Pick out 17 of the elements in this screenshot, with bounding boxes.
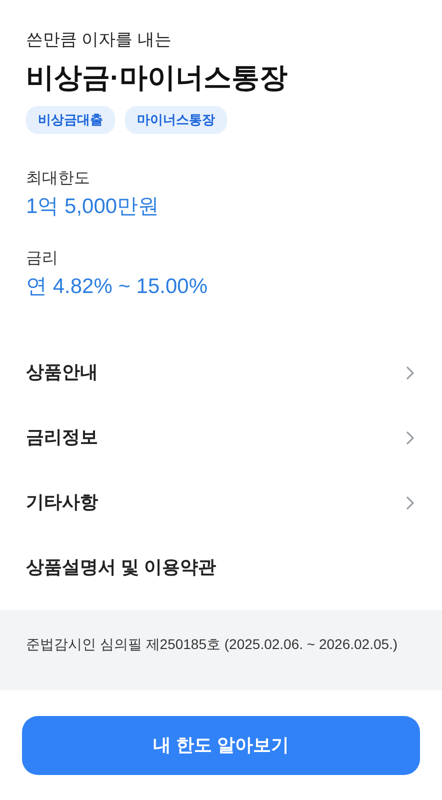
page-title: 비상금·마이너스통장 [26,61,288,95]
menu-item[interactable]: 상품설명서 및 이용약관 [0,535,442,600]
tag: 마이너스통장 [125,106,227,134]
tag: 비상금대출 [26,106,115,134]
check-limit-button[interactable]: 내 한도 알아보기 [22,716,420,775]
menu-item[interactable]: 금리정보 [0,405,442,470]
chevron-right-icon [406,366,414,380]
menu-item[interactable]: 기타사항 [0,470,442,535]
subtitle: 쓴만큼 이자를 내는 [26,29,172,51]
fact-label: 최대한도 [26,169,91,189]
chevron-right-icon [406,496,414,510]
fact-label: 금리 [26,249,59,269]
fact-value: 연 4.82% ~ 15.00% [26,274,209,300]
chevron-right-icon [406,430,414,444]
menu-item[interactable]: 상품안내 [0,340,442,405]
approval-notice: 준법감시인 심의필 제250185호 (2025.02.06. ~ 2026.02.05.) [26,635,399,654]
fact-value: 1억 5,000만원 [26,194,160,220]
